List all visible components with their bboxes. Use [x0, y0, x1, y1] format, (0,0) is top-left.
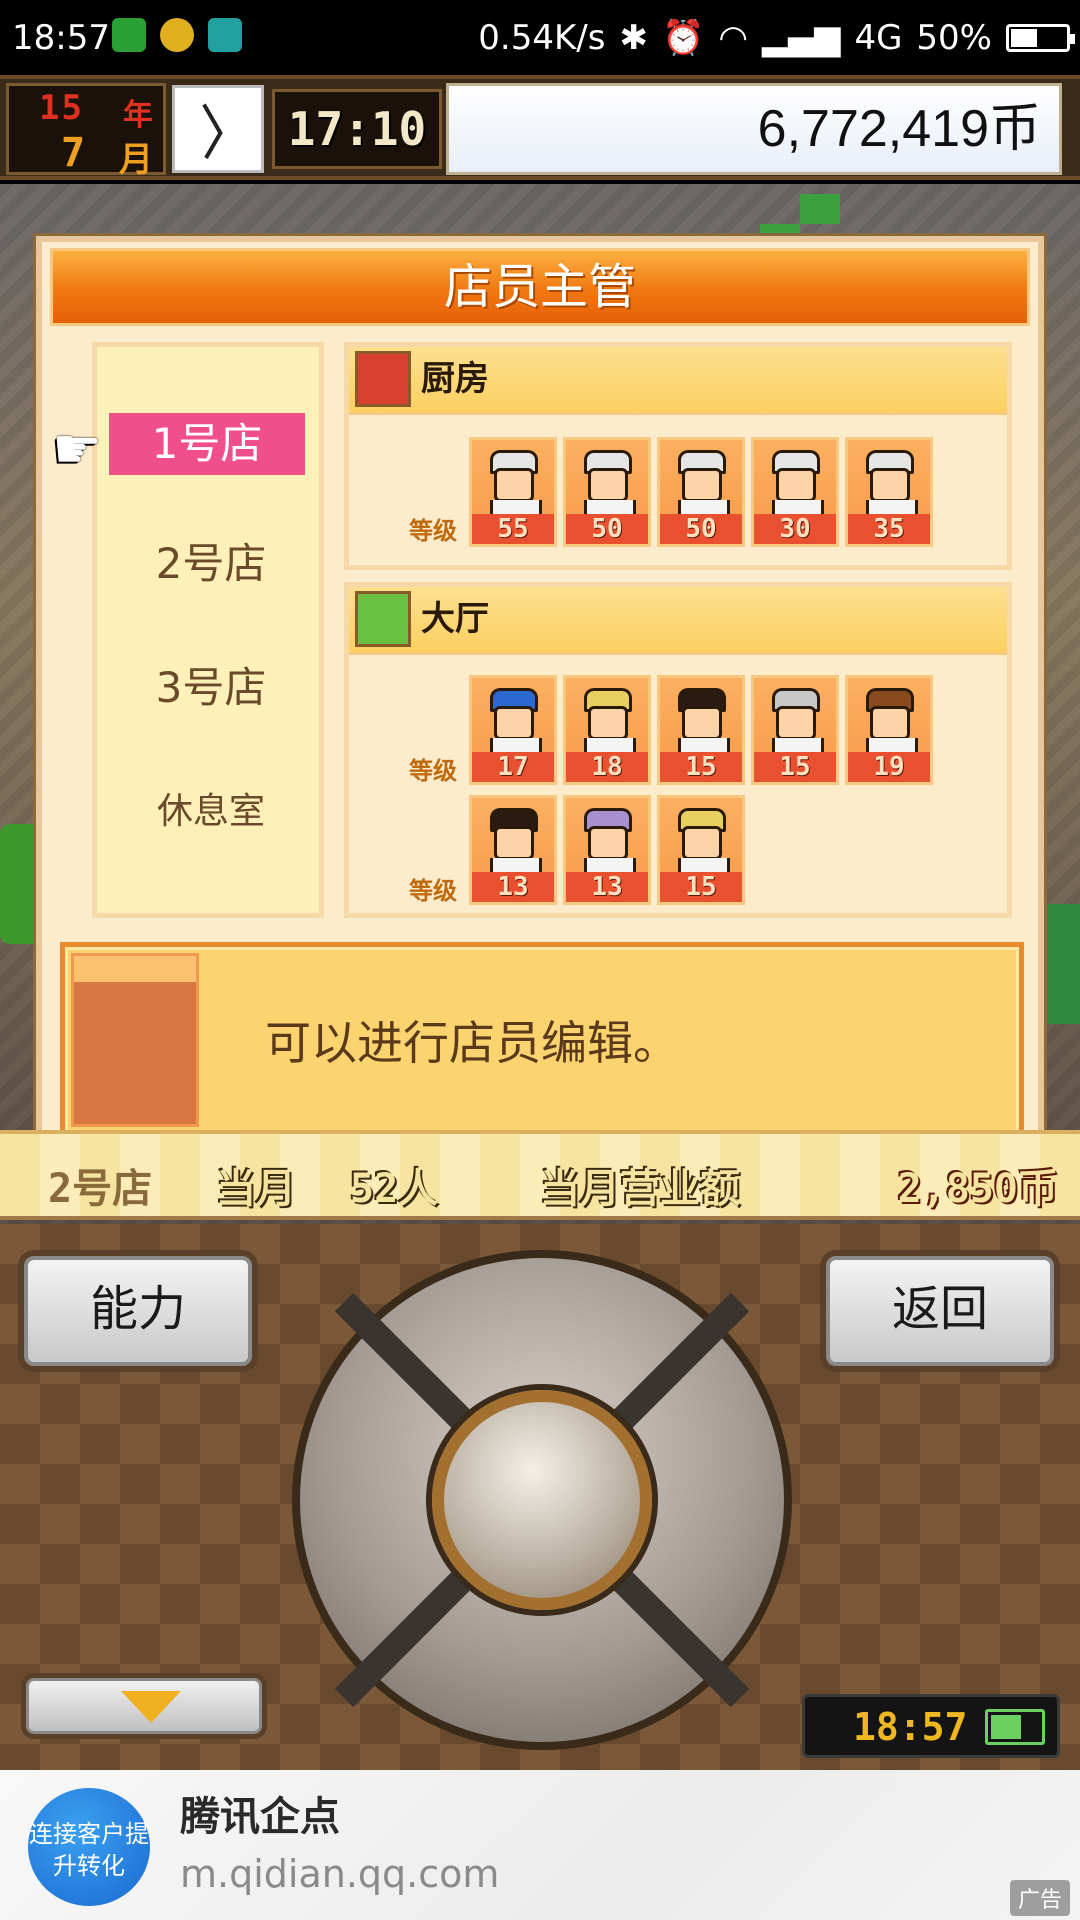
network-type: 4G: [854, 18, 903, 58]
store-item-1[interactable]: 1号店: [109, 413, 305, 475]
summary-month: 当月: [216, 1166, 296, 1212]
status-right: 0.54K/s ✱ ⏰ ◠ ▂▄▆ 4G 50%: [478, 18, 1075, 58]
staff-level: 15: [754, 752, 836, 782]
advisor-portrait: [71, 953, 199, 1127]
staff-card[interactable]: 50: [657, 437, 745, 547]
staff-card[interactable]: 50: [563, 437, 651, 547]
scan-icon: [208, 18, 242, 52]
kitchen-header: 厨房: [349, 347, 1007, 415]
store-item-lounge[interactable]: 休息室: [113, 781, 309, 843]
kitchen-section: 厨房 等级 55 50 50 30 35: [344, 342, 1012, 570]
menu-down-button[interactable]: [26, 1678, 262, 1734]
staff-level: 30: [754, 514, 836, 544]
ability-button[interactable]: 能力: [24, 1256, 252, 1366]
money-display: 6,772,419币: [446, 83, 1062, 175]
staff-level: 19: [848, 752, 930, 782]
summary-customers: 52人: [350, 1166, 439, 1212]
kitchen-tools-icon: [355, 351, 411, 407]
controller-panel: 能力 返回 18:57: [0, 1224, 1080, 1770]
staff-card[interactable]: 35: [845, 437, 933, 547]
staff-card[interactable]: 15: [751, 675, 839, 785]
staff-level: 50: [566, 514, 648, 544]
plus-app-icon: [160, 18, 194, 52]
bluetooth-icon: ✱: [619, 18, 648, 58]
date-display: 15 年 7 月: [6, 83, 166, 180]
dpad-center-button[interactable]: [432, 1390, 652, 1610]
staff-level: 50: [660, 514, 742, 544]
wechat-icon: [112, 18, 146, 52]
staff-card[interactable]: 13: [563, 795, 651, 905]
message-text: 可以进行店员编辑。: [265, 1016, 679, 1070]
lcd-time: 18:57: [853, 1705, 968, 1749]
hall-section: 大厅 等级 17 18 15 15 19 等级 13 13 15: [344, 582, 1012, 918]
store-summary-strip: 2号店 当月 52人 当月营业额 2,850币: [0, 1130, 1080, 1220]
alarm-icon: ⏰: [661, 18, 705, 58]
tree-sprite: [0, 824, 40, 944]
battery-percent: 50%: [916, 18, 992, 58]
summary-sales-label: 当月营业额: [540, 1166, 740, 1212]
lcd-display: 18:57: [802, 1694, 1060, 1758]
dish-icon: [355, 591, 411, 647]
ad-title: 腾讯企点: [180, 1794, 340, 1840]
staff-card[interactable]: 55: [469, 437, 557, 547]
level-label: 等级: [409, 757, 457, 785]
ad-banner[interactable]: 连接客户提升转化 腾讯企点 m.qidian.qq.com 广告: [0, 1770, 1080, 1920]
hall-header: 大厅: [349, 587, 1007, 655]
clock-icon: [172, 85, 264, 173]
shelf-sprite: [1046, 904, 1080, 1024]
summary-sales-value: 2,850币: [897, 1166, 1058, 1212]
staff-card[interactable]: 30: [751, 437, 839, 547]
net-speed: 0.54K/s: [478, 18, 606, 58]
game-header: 15 年 7 月 17:10 6,772,419币: [0, 75, 1080, 180]
back-button[interactable]: 返回: [826, 1256, 1054, 1366]
game-time: 17:10: [272, 89, 442, 169]
year-value: 15: [39, 88, 84, 128]
dpad[interactable]: [292, 1250, 792, 1750]
screen: 18:57 0.54K/s ✱ ⏰ ◠ ▂▄▆ 4G 50% 15 年 7 月 …: [0, 0, 1080, 1920]
pointing-hand-icon: ☚: [52, 417, 103, 482]
staff-level: 55: [472, 514, 554, 544]
level-label: 等级: [409, 877, 457, 905]
year-unit: 年: [123, 98, 153, 133]
level-label: 等级: [409, 517, 457, 545]
battery-icon: [1006, 24, 1075, 52]
staff-level: 18: [566, 752, 648, 782]
seat-sprite: [800, 194, 840, 224]
staff-card[interactable]: 17: [469, 675, 557, 785]
store-item-3[interactable]: 3号店: [113, 657, 309, 719]
month-unit: 月: [119, 140, 153, 180]
store-list: 1号店 2号店 3号店 休息室: [92, 342, 324, 918]
status-bar: 18:57 0.54K/s ✱ ⏰ ◠ ▂▄▆ 4G 50%: [0, 0, 1080, 75]
store-item-2[interactable]: 2号店: [113, 533, 309, 595]
staff-card[interactable]: 13: [469, 795, 557, 905]
message-box: 可以进行店员编辑。: [60, 942, 1024, 1138]
ad-url: m.qidian.qq.com: [180, 1852, 500, 1896]
dialog-title: 店员主管: [50, 248, 1030, 326]
staff-card[interactable]: 15: [657, 675, 745, 785]
staff-level: 13: [566, 872, 648, 902]
staff-level: 13: [472, 872, 554, 902]
staff-card[interactable]: 18: [563, 675, 651, 785]
arrow-down-icon: [121, 1691, 181, 1723]
battery-icon: [985, 1709, 1045, 1745]
staff-level: 15: [660, 752, 742, 782]
month-value: 7: [61, 130, 86, 176]
wifi-icon: ◠: [718, 18, 748, 58]
staff-level: 17: [472, 752, 554, 782]
hall-label: 大厅: [421, 599, 489, 639]
status-time: 18:57: [12, 18, 110, 58]
staff-manager-dialog: 店员主管 1号店 2号店 3号店 休息室 ☚ 厨房 等级 55 50 50 30…: [36, 236, 1044, 1166]
staff-level: 15: [660, 872, 742, 902]
ad-logo: 连接客户提升转化: [28, 1788, 150, 1906]
signal-icon: ▂▄▆: [761, 18, 841, 58]
staff-card[interactable]: 15: [657, 795, 745, 905]
staff-card[interactable]: 19: [845, 675, 933, 785]
staff-level: 35: [848, 514, 930, 544]
summary-store: 2号店: [48, 1166, 153, 1212]
ad-tag: 广告: [1009, 1880, 1070, 1916]
kitchen-label: 厨房: [421, 359, 489, 399]
